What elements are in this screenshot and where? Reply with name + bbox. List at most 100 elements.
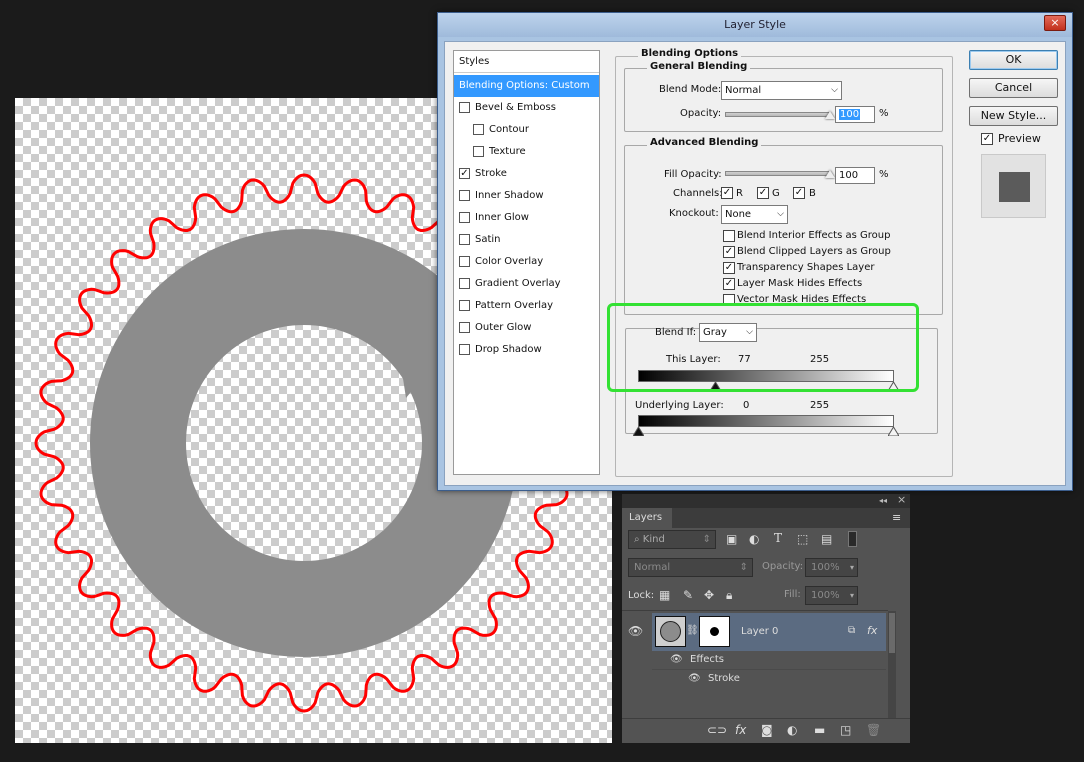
collapse-icon[interactable]: ◂◂ <box>879 494 887 508</box>
underlying-gradient-bar[interactable] <box>638 415 894 427</box>
style-checkbox-outer-glow[interactable] <box>459 322 470 333</box>
style-label: Drop Shadow <box>475 344 542 355</box>
effects-visibility-eye-icon[interactable]: 👁︎ <box>670 653 683 667</box>
trash-icon[interactable]: 🗑︎ <box>866 723 881 737</box>
opacity-label: Opacity: <box>680 108 722 119</box>
link-icon[interactable]: ⊂⊃ <box>707 723 727 737</box>
layer-name[interactable]: Layer 0 <box>741 626 778 637</box>
style-checkbox-inner-shadow[interactable] <box>459 190 470 201</box>
ok-button[interactable]: OK <box>969 50 1058 70</box>
knockout-select[interactable]: None ⌵ <box>721 205 788 224</box>
layer-opacity-field[interactable]: 100% ▾ <box>805 558 858 577</box>
visibility-eye-icon[interactable]: 👁︎ <box>628 624 643 638</box>
cancel-button[interactable]: Cancel <box>969 78 1058 98</box>
smart-object-filter-icon[interactable]: ▤ <box>821 532 832 546</box>
advanced-option-checkbox[interactable]: ✓ <box>723 246 735 258</box>
style-item-texture[interactable]: Texture <box>454 141 599 163</box>
opacity-input[interactable]: 100 <box>835 106 875 123</box>
style-checkbox-gradient-overlay[interactable] <box>459 278 470 289</box>
fill-opacity-input[interactable]: 100 <box>835 167 875 184</box>
style-item-bevel-emboss[interactable]: Bevel & Emboss <box>454 97 599 119</box>
dialog-title: Layer Style <box>724 18 786 31</box>
style-checkbox-texture[interactable] <box>473 146 484 157</box>
new-layer-icon[interactable]: ◳ <box>840 723 851 737</box>
layer-thumbnail[interactable] <box>655 616 686 647</box>
style-item-drop-shadow[interactable]: Drop Shadow <box>454 339 599 361</box>
preview-checkbox[interactable]: ✓ <box>981 133 993 145</box>
style-checkbox-color-overlay[interactable] <box>459 256 470 267</box>
blend-mode-select[interactable]: Normal ⌵ <box>721 81 842 100</box>
style-item-blending-options-custom[interactable]: Blending Options: Custom <box>454 75 599 97</box>
channel-r-checkbox[interactable]: ✓ <box>721 187 733 199</box>
shape-filter-icon[interactable]: ⬚ <box>797 532 808 546</box>
blend-mode-dropdown[interactable]: Normal ⇕ <box>628 558 753 577</box>
style-item-outer-glow[interactable]: Outer Glow <box>454 317 599 339</box>
stroke-effect-label: Stroke <box>708 673 740 684</box>
style-checkbox-inner-glow[interactable] <box>459 212 470 223</box>
style-checkbox-contour[interactable] <box>473 124 484 135</box>
style-item-gradient-overlay[interactable]: Gradient Overlay <box>454 273 599 295</box>
styles-list-header[interactable]: Styles <box>454 51 599 73</box>
layer-fill-field[interactable]: 100% ▾ <box>805 586 858 605</box>
style-checkbox-drop-shadow[interactable] <box>459 344 470 355</box>
channel-b-checkbox[interactable]: ✓ <box>793 187 805 199</box>
channel-g-label: G <box>772 188 780 199</box>
type-filter-icon[interactable]: T <box>774 531 782 545</box>
preview-swatch <box>981 154 1046 218</box>
mask-link-icon[interactable]: ⛓︎ <box>686 624 699 638</box>
style-item-contour[interactable]: Contour <box>454 119 599 141</box>
advanced-option-checkbox[interactable]: ✓ <box>723 262 735 274</box>
style-checkbox-bevel-emboss[interactable] <box>459 102 470 113</box>
close-icon[interactable]: × <box>897 493 906 507</box>
panel-menu-icon[interactable]: ≡ <box>892 511 901 525</box>
gray-ring <box>90 229 518 657</box>
style-item-inner-glow[interactable]: Inner Glow <box>454 207 599 229</box>
fx-badge[interactable]: fx <box>867 624 877 637</box>
tab-layers[interactable]: Layers <box>622 508 672 528</box>
opacity-slider[interactable] <box>725 112 831 117</box>
style-item-satin[interactable]: Satin <box>454 229 599 251</box>
fx-icon[interactable]: fx <box>735 723 746 737</box>
channel-g-checkbox[interactable]: ✓ <box>757 187 769 199</box>
lock-move-icon[interactable]: ✥ <box>704 588 714 602</box>
advanced-option-checkbox[interactable] <box>723 230 735 242</box>
pixel-filter-icon[interactable]: ▣ <box>726 532 737 546</box>
style-item-color-overlay[interactable]: Color Overlay <box>454 251 599 273</box>
underlying-layer-label: Underlying Layer: <box>635 400 724 411</box>
lock-transparent-icon[interactable]: ▦ <box>659 588 670 602</box>
new-style-button[interactable]: New Style... <box>969 106 1058 126</box>
adjustment-icon[interactable]: ◐ <box>787 723 797 737</box>
stroke-effect-row[interactable]: 👁︎ Stroke <box>652 670 886 689</box>
panel-header-strip: ◂◂ × <box>622 493 910 508</box>
style-item-stroke[interactable]: ✓ Stroke <box>454 163 599 185</box>
layers-footer: ⊂⊃ fx ◙ ◐ ▬ ◳ 🗑︎ <box>622 718 910 743</box>
layers-panel: ◂◂ × Layers ≡ ⌕ Kind ⇕ ▣ ◐ T ⬚ ▤ Normal … <box>622 493 910 743</box>
filter-toggle-icon[interactable] <box>848 531 857 547</box>
style-checkbox-stroke[interactable]: ✓ <box>459 168 470 179</box>
layer-row-layer-0[interactable]: ⛓︎ Layer 0 ⧉ fx <box>652 613 886 651</box>
fill-opacity-slider-thumb[interactable] <box>825 170 835 178</box>
underlying-white-slider[interactable] <box>888 427 899 436</box>
underlying-low-value: 0 <box>743 400 750 411</box>
style-checkbox-pattern-overlay[interactable] <box>459 300 470 311</box>
advanced-option-checkbox[interactable]: ✓ <box>723 278 735 290</box>
effects-row[interactable]: 👁︎ Effects <box>652 651 886 670</box>
lock-all-icon[interactable]: 🔒︎ <box>726 588 732 602</box>
style-checkbox-satin[interactable] <box>459 234 470 245</box>
filter-kind-select[interactable]: ⌕ Kind ⇕ <box>628 530 716 549</box>
dialog-titlebar[interactable]: Layer Style <box>438 13 1072 37</box>
folder-icon[interactable]: ▬ <box>814 723 825 737</box>
style-item-pattern-overlay[interactable]: Pattern Overlay <box>454 295 599 317</box>
fill-opacity-slider[interactable] <box>725 171 831 176</box>
style-item-inner-shadow[interactable]: Inner Shadow <box>454 185 599 207</box>
adjustment-filter-icon[interactable]: ◐ <box>749 532 759 546</box>
underlying-black-slider[interactable] <box>633 427 644 436</box>
opacity-slider-thumb[interactable] <box>825 111 835 119</box>
layer-mask-thumbnail[interactable] <box>699 616 730 647</box>
mask-icon[interactable]: ◙ <box>761 723 773 737</box>
stroke-visibility-eye-icon[interactable]: 👁︎ <box>688 672 701 686</box>
lock-brush-icon[interactable]: ✎ <box>683 588 693 602</box>
fill-label: Fill: <box>784 589 801 600</box>
layers-scrollbar[interactable] <box>888 611 896 718</box>
close-button[interactable]: × <box>1044 15 1066 31</box>
